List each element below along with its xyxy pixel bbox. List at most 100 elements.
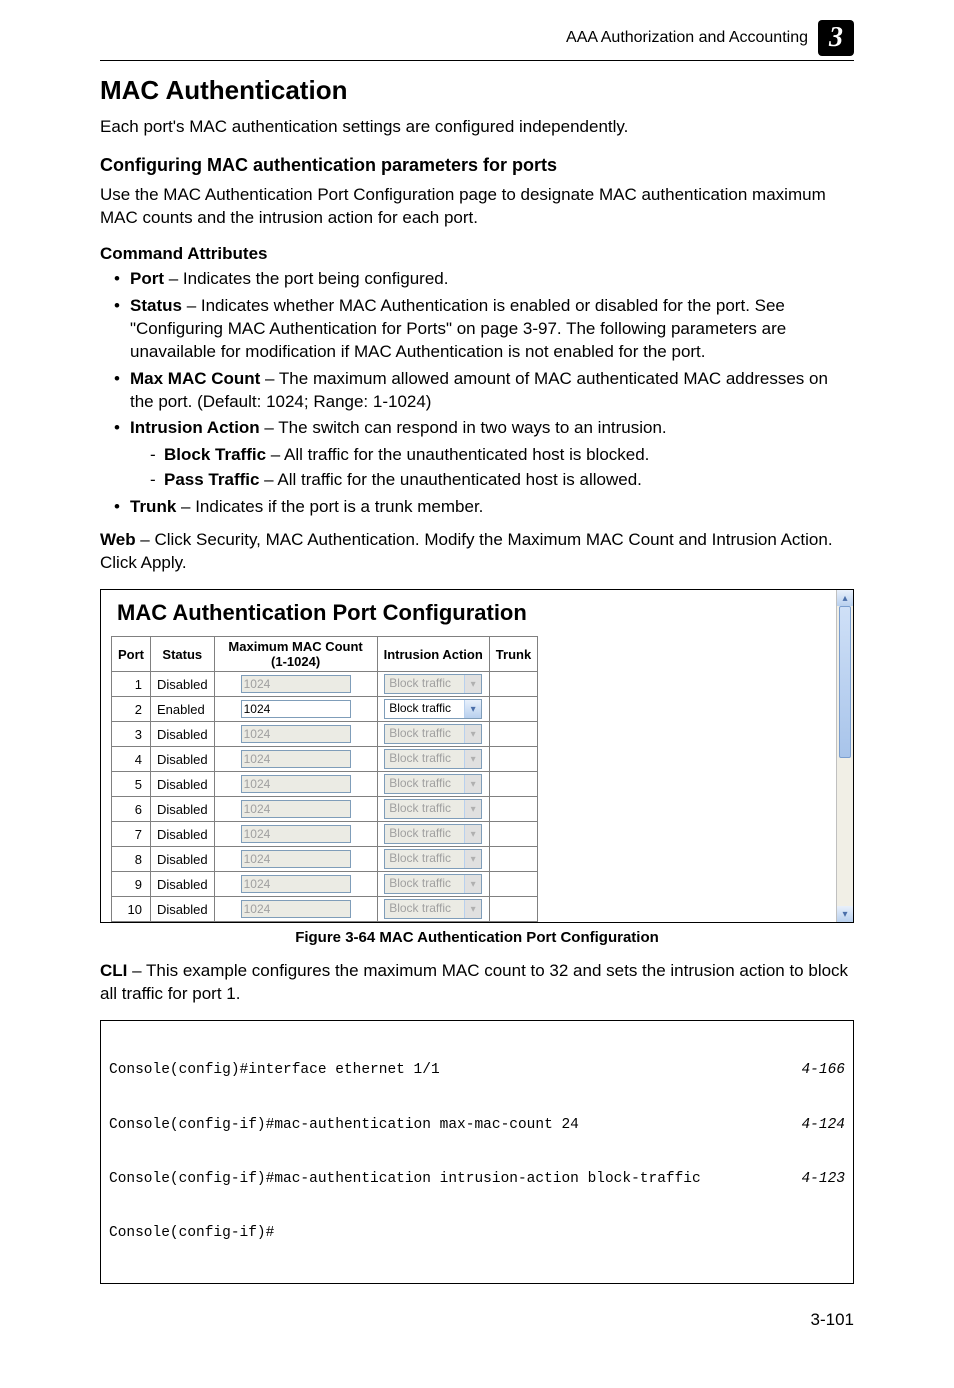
maxmac-input (241, 725, 351, 743)
cell-status: Disabled (151, 747, 215, 772)
chapter-number-badge: 3 (818, 20, 854, 56)
maxmac-input (241, 750, 351, 768)
table-row: 6Disabled Block traffic▾ (112, 797, 538, 822)
cli-instructions: CLI – This example configures the maximu… (100, 960, 854, 1006)
cell-port: 2 (112, 697, 151, 722)
web-lead: Web (100, 530, 136, 549)
chevron-down-icon: ▾ (464, 750, 481, 768)
select-value: Block traffic (385, 900, 464, 918)
attr-term: Pass Traffic (164, 470, 259, 489)
attr-term: Trunk (130, 497, 176, 516)
attr-term: Status (130, 296, 182, 315)
chevron-down-icon: ▾ (842, 909, 847, 920)
cell-trunk (489, 872, 537, 897)
running-head-text: AAA Authorization and Accounting (566, 29, 808, 47)
attr-term: Block Traffic (164, 445, 266, 464)
intrusion-action-select: Block traffic▾ (384, 899, 482, 919)
cli-command: Console(config)#interface ethernet 1/1 (109, 1061, 440, 1079)
intrusion-action-select[interactable]: Block traffic▾ (384, 699, 482, 719)
maxmac-input (241, 800, 351, 818)
select-value: Block traffic (385, 750, 464, 768)
maxmac-input (241, 675, 351, 693)
chevron-down-icon: ▾ (464, 850, 481, 868)
list-item: Max MAC Count – The maximum allowed amou… (118, 368, 854, 414)
cell-intrusion: Block traffic▾ (377, 672, 489, 697)
table-row: 7DisabledBlock traffic▾ (112, 822, 538, 847)
subsection-paragraph: Use the MAC Authentication Port Configur… (100, 184, 854, 230)
intro-paragraph: Each port's MAC authentication settings … (100, 116, 854, 139)
intrusion-action-select: Block traffic▾ (384, 724, 482, 744)
scroll-thumb[interactable] (839, 606, 851, 758)
select-value: Block traffic (385, 800, 464, 818)
cell-maxmac (214, 672, 377, 697)
cell-port: 1 (112, 672, 151, 697)
attribute-list: Port – Indicates the port being configur… (100, 268, 854, 519)
intrusion-action-select: Block traffic▾ (384, 674, 482, 694)
chevron-down-icon: ▾ (464, 800, 481, 818)
attr-desc: – The switch can respond in two ways to … (260, 418, 667, 437)
cell-intrusion: Block traffic▾ (377, 697, 489, 722)
list-item: Block Traffic – All traffic for the unau… (150, 444, 854, 467)
intrusion-action-select: Block traffic▾ (384, 749, 482, 769)
cell-port: 4 (112, 747, 151, 772)
table-row: 5DisabledBlock traffic▾ (112, 772, 538, 797)
cell-status: Disabled (151, 872, 215, 897)
cell-trunk (489, 847, 537, 872)
running-header: AAA Authorization and Accounting 3 (100, 20, 854, 56)
vertical-scrollbar[interactable]: ▴ ▾ (836, 590, 853, 922)
section-title: MAC Authentication (100, 75, 854, 106)
table-row: 9DisabledBlock traffic▾ (112, 872, 538, 897)
chevron-down-icon: ▾ (464, 675, 481, 693)
cell-port: 9 (112, 872, 151, 897)
cell-trunk (489, 697, 537, 722)
chevron-down-icon: ▾ (464, 775, 481, 793)
cli-lead: CLI (100, 961, 127, 980)
cell-intrusion: Block traffic▾ (377, 722, 489, 747)
col-header-port: Port (112, 637, 151, 672)
select-value: Block traffic (385, 825, 464, 843)
cell-maxmac (214, 897, 377, 922)
intrusion-action-select: Block traffic▾ (384, 849, 482, 869)
cell-status: Disabled (151, 822, 215, 847)
chevron-down-icon: ▾ (464, 725, 481, 743)
command-attributes-heading: Command Attributes (100, 244, 854, 264)
col-header-status: Status (151, 637, 215, 672)
table-row: 10DisabledBlock traffic▾ (112, 897, 538, 922)
cell-maxmac (214, 822, 377, 847)
cell-intrusion: Block traffic▾ (377, 747, 489, 772)
cli-command: Console(config-if)#mac-authentication ma… (109, 1116, 579, 1134)
col-header-maxmac: Maximum MAC Count (1-1024) (214, 637, 377, 672)
maxmac-input[interactable] (241, 700, 351, 718)
select-value: Block traffic (385, 700, 464, 718)
cell-trunk (489, 797, 537, 822)
cell-trunk (489, 672, 537, 697)
cell-intrusion: Block traffic▾ (377, 897, 489, 922)
cell-status: Enabled (151, 697, 215, 722)
cell-port: 8 (112, 847, 151, 872)
scroll-up-button[interactable]: ▴ (837, 590, 853, 606)
figure-caption: Figure 3-64 MAC Authentication Port Conf… (100, 929, 854, 946)
cell-status: Disabled (151, 797, 215, 822)
list-item: Pass Traffic – All traffic for the unaut… (150, 469, 854, 492)
list-item: Intrusion Action – The switch can respon… (118, 417, 854, 492)
cell-maxmac (214, 697, 377, 722)
web-rest: – Click Security, MAC Authentication. Mo… (100, 530, 833, 572)
scroll-down-button[interactable]: ▾ (837, 906, 853, 922)
web-instructions: Web – Click Security, MAC Authentication… (100, 529, 854, 575)
cell-status: Disabled (151, 672, 215, 697)
cell-port: 10 (112, 897, 151, 922)
attr-term: Port (130, 269, 164, 288)
scroll-track[interactable] (837, 606, 853, 906)
cell-trunk (489, 822, 537, 847)
intrusion-action-select: Block traffic▾ (384, 824, 482, 844)
cli-command: Console(config-if)# (109, 1224, 274, 1242)
cli-line: Console(config-if)#mac-authentication ma… (109, 1116, 845, 1134)
chevron-up-icon: ▴ (842, 593, 847, 604)
cell-port: 6 (112, 797, 151, 822)
cell-maxmac (214, 847, 377, 872)
attr-desc: – All traffic for the unauthenticated ho… (259, 470, 641, 489)
header-divider (100, 60, 854, 61)
maxmac-input (241, 875, 351, 893)
cli-ref: 4-124 (801, 1116, 845, 1134)
select-value: Block traffic (385, 775, 464, 793)
